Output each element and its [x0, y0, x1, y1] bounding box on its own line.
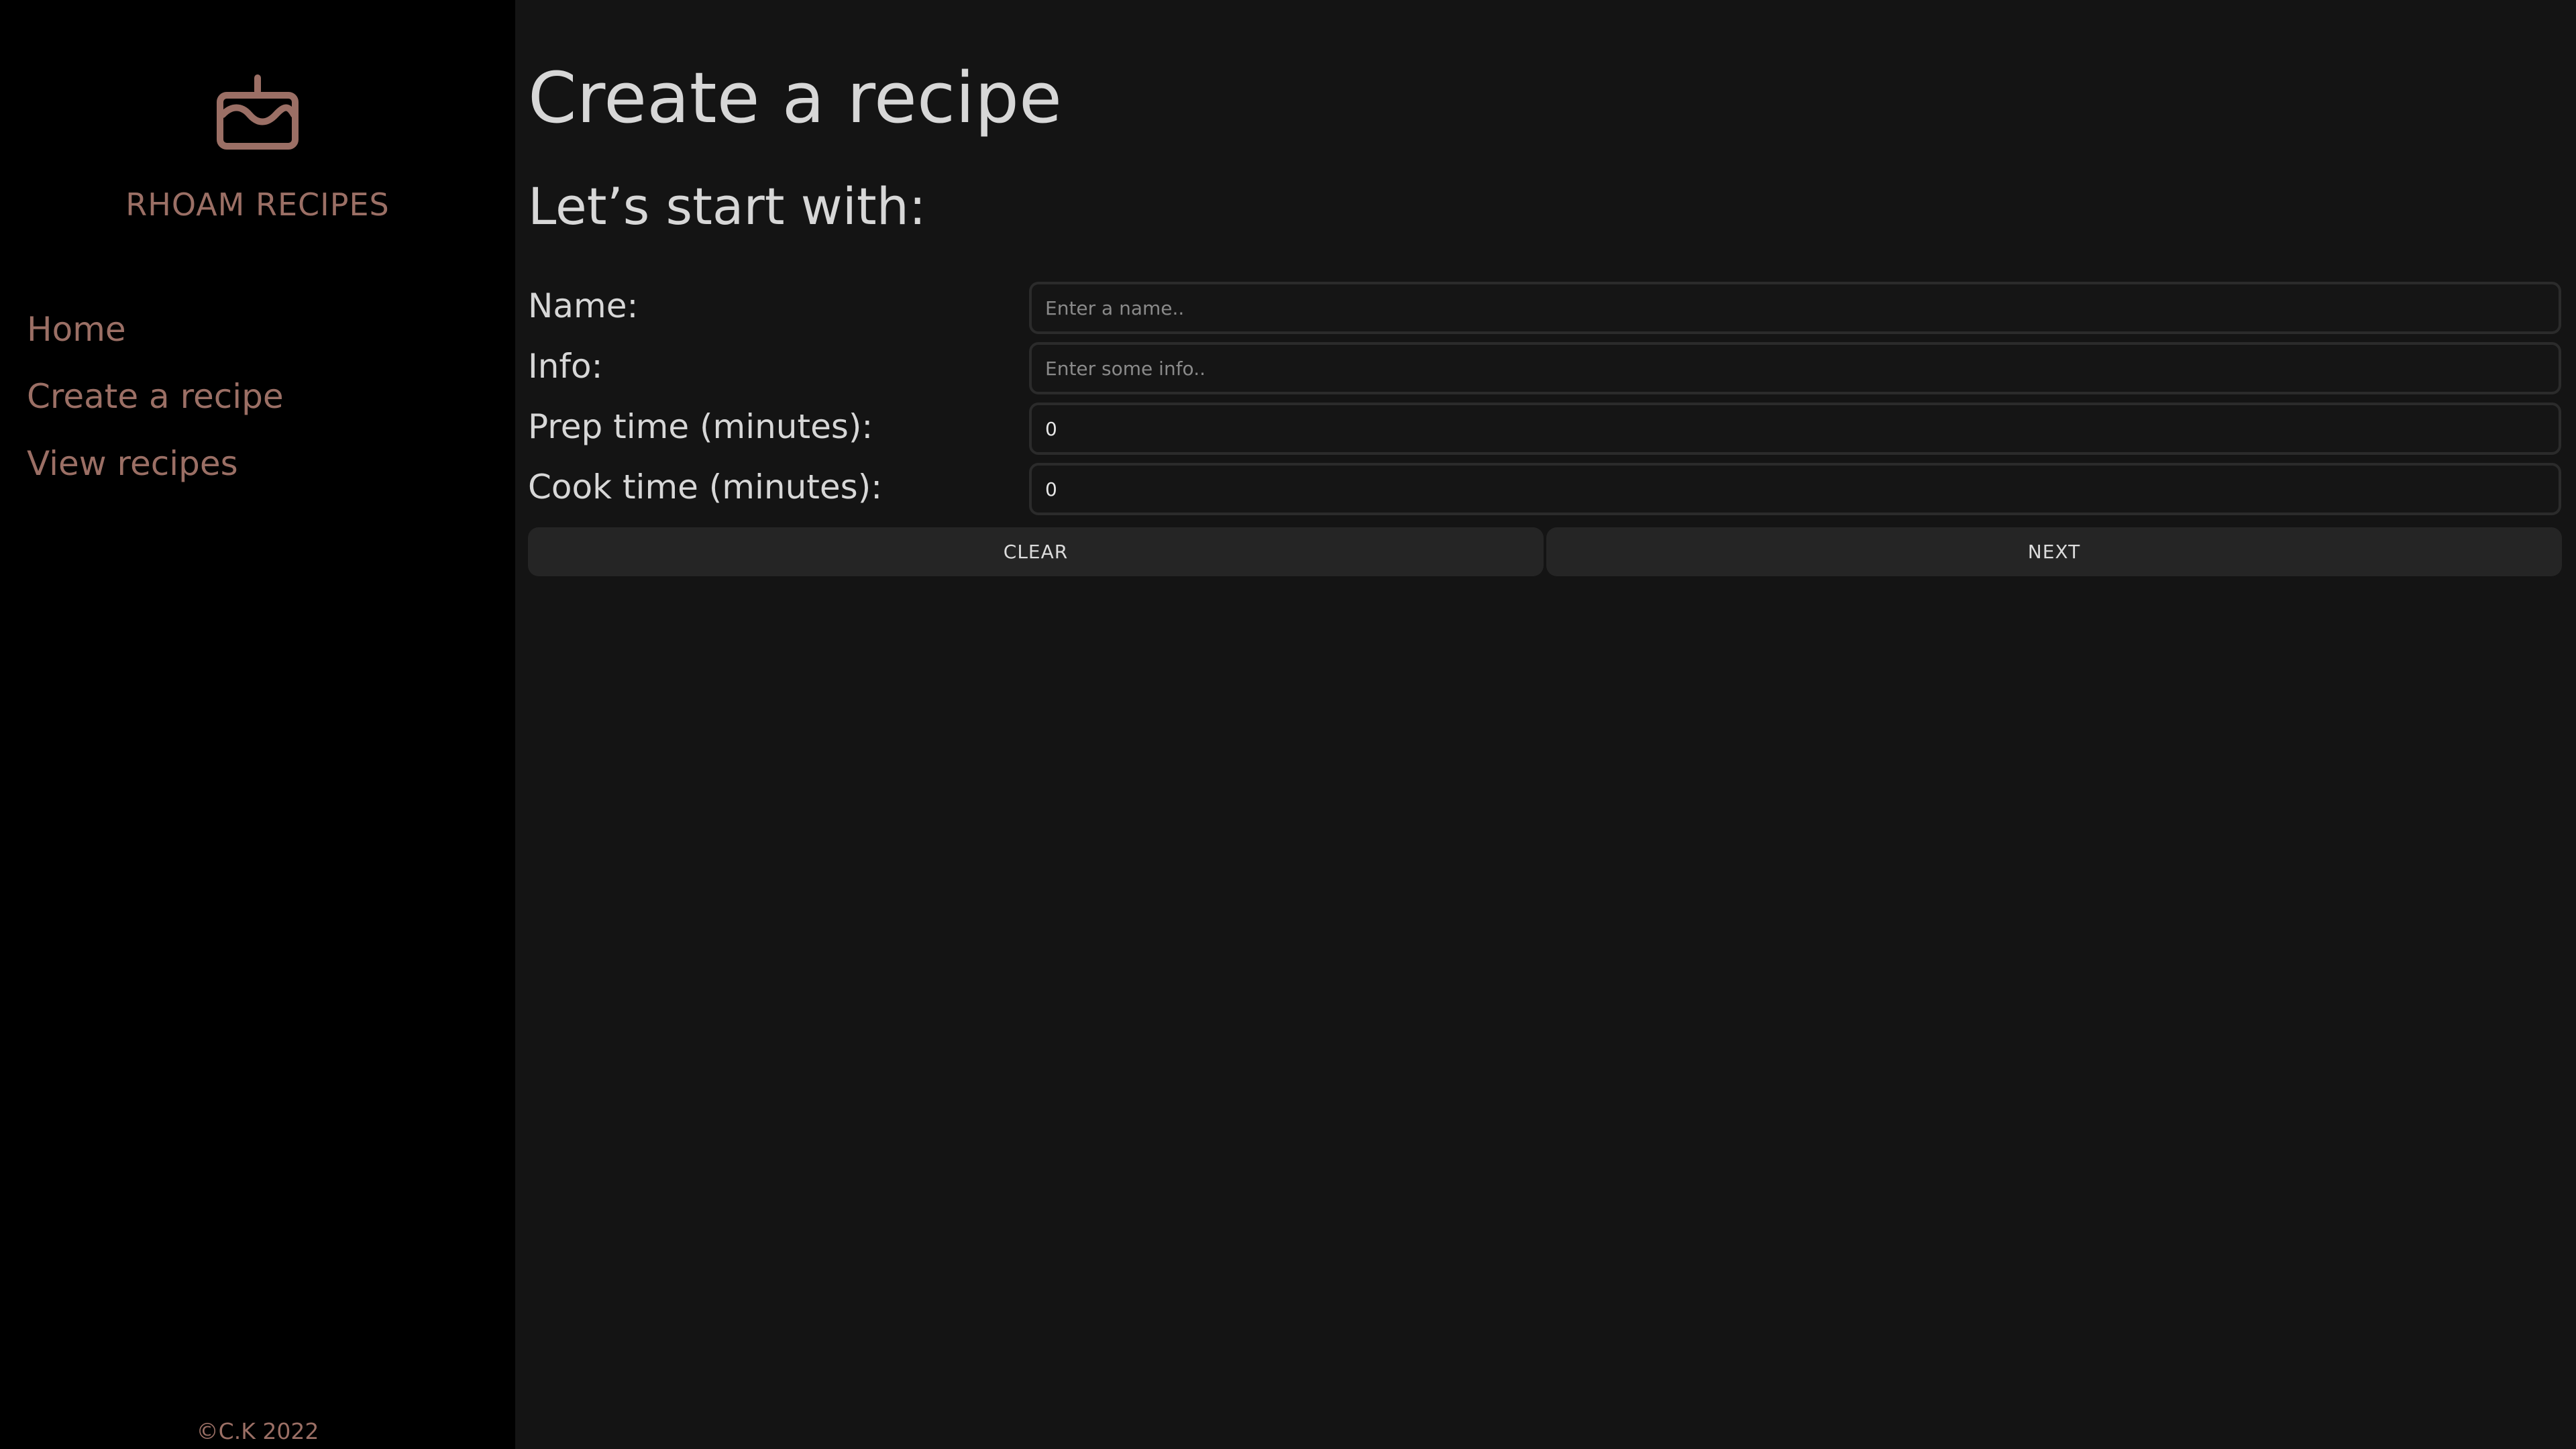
next-button[interactable]: NEXT: [1546, 527, 2562, 576]
sidebar-item-home[interactable]: Home: [27, 305, 496, 372]
name-label: Name:: [528, 286, 639, 325]
clear-button[interactable]: CLEAR: [528, 527, 1544, 576]
main-content: Create a recipe Let’s start with: Name: …: [515, 0, 2576, 1449]
brand-name: RHOAM RECIPES: [125, 186, 390, 223]
prep-time-input[interactable]: [1029, 402, 2561, 455]
sidebar-item-view-recipes[interactable]: View recipes: [27, 439, 496, 506]
cook-time-input[interactable]: [1029, 463, 2561, 515]
prep-time-label: Prep time (minutes):: [528, 407, 873, 446]
info-label: Info:: [528, 347, 603, 386]
name-input[interactable]: [1029, 282, 2561, 334]
cook-time-row: Cook time (minutes):: [528, 463, 2576, 517]
app-root: RHOAM RECIPES Home Create a recipe View …: [0, 0, 2576, 1449]
cook-time-label: Cook time (minutes):: [528, 468, 883, 506]
sidebar-nav: Home Create a recipe View recipes: [27, 305, 496, 506]
form-actions: CLEAR NEXT: [528, 527, 2562, 576]
info-input[interactable]: [1029, 342, 2561, 394]
sidebar: RHOAM RECIPES Home Create a recipe View …: [0, 0, 515, 1449]
sidebar-item-create-recipe[interactable]: Create a recipe: [27, 372, 496, 439]
cake-icon: [217, 74, 299, 150]
info-row: Info:: [528, 342, 2576, 396]
copyright-text: ©C.K 2022: [196, 1418, 319, 1444]
page-title: Create a recipe: [528, 57, 1062, 139]
name-row: Name:: [528, 282, 2576, 335]
prep-time-row: Prep time (minutes):: [528, 402, 2576, 456]
section-title: Let’s start with:: [528, 176, 926, 236]
